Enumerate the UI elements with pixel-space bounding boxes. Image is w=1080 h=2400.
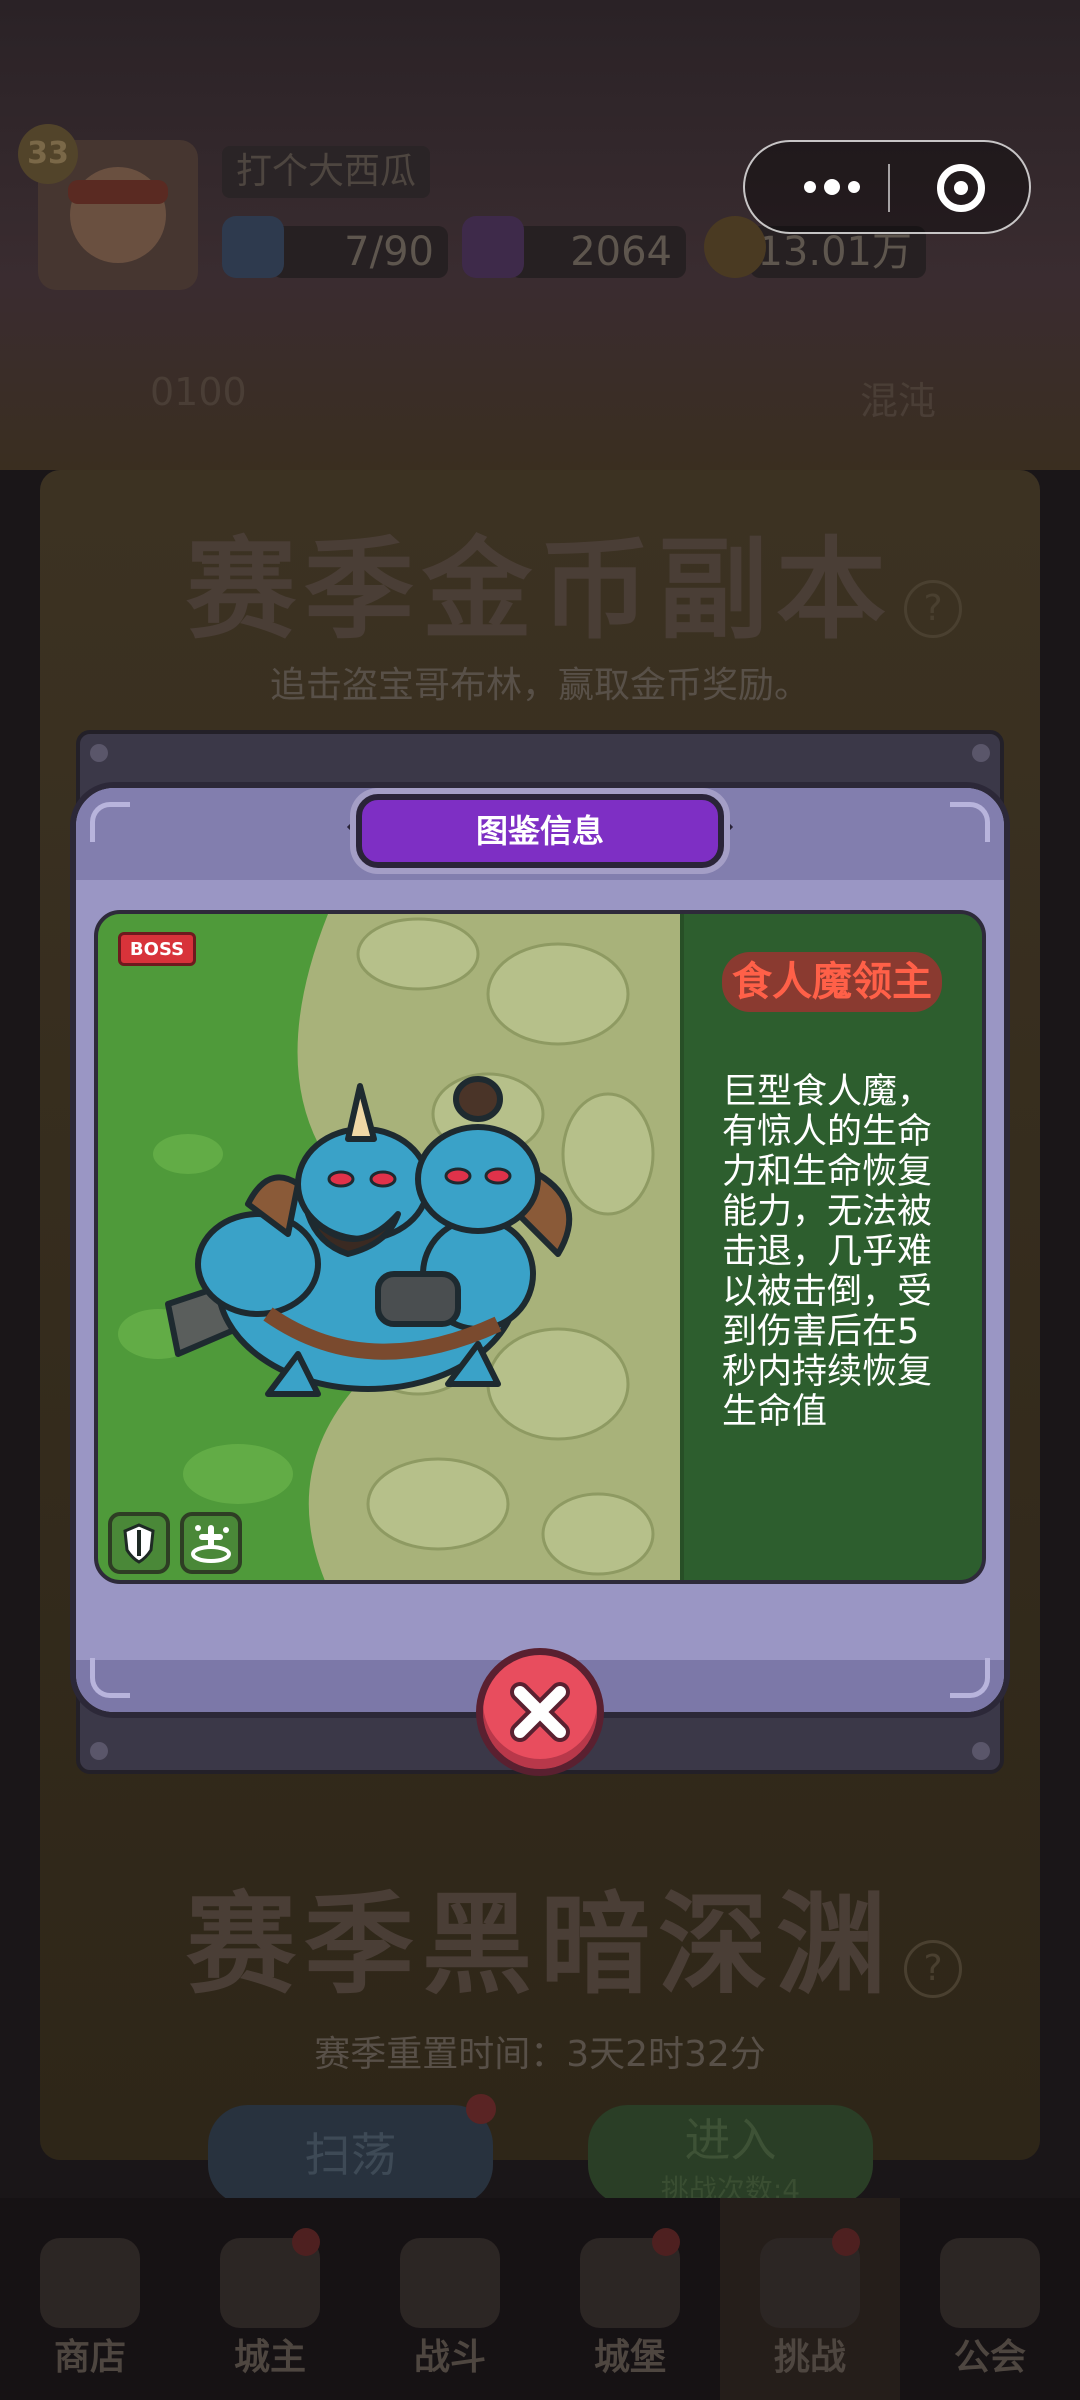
modal-title: 图鉴信息 <box>475 812 604 850</box>
miniprogram-capsule <box>743 140 1031 234</box>
modal-title-ribbon: 图鉴信息 <box>356 794 724 868</box>
abyss-reset-time: 赛季重置时间：3天2时32分 <box>314 2034 766 2075</box>
notification-dot <box>292 2228 320 2256</box>
nav-label: 公会 <box>953 2337 1026 2378</box>
nav-item-challenge[interactable]: 挑战 <box>720 2198 900 2400</box>
more-menu-icon[interactable] <box>787 164 877 210</box>
nav-label: 商店 <box>53 2337 126 2378</box>
monster-info-panel: 食人魔领主 巨型食人魔，有惊人的生命力和生命恢复能力，无法被击退，几乎难以被击倒… <box>680 914 982 1580</box>
monster-card: BOSS 食人魔领主 巨型食人魔，有惊人的生命力和生命恢复能力，无法被击退，几乎… <box>94 910 986 1584</box>
notification-dot <box>652 2228 680 2256</box>
sweep-label: 扫荡 <box>304 2128 397 2182</box>
nav-item-castle[interactable]: 城堡 <box>540 2198 720 2400</box>
enter-button[interactable]: 进入 挑战次数:4 <box>588 2105 873 2205</box>
notification-dot <box>832 2228 860 2256</box>
gold-dungeon-subtitle: 追击盗宝哥布林，赢取金币奖励。 <box>269 665 810 706</box>
notification-dot <box>466 2094 496 2124</box>
nav-label: 战斗 <box>413 2337 486 2378</box>
sweep-button[interactable]: 扫荡 <box>208 2105 493 2205</box>
nav-label: 挑战 <box>773 2337 846 2378</box>
heal-ability-icon[interactable] <box>180 1512 242 1574</box>
nav-item-battle[interactable]: 战斗 <box>360 2198 540 2400</box>
side-label-left: 0100 <box>150 370 247 414</box>
enter-label: 进入 <box>684 2113 777 2167</box>
close-miniprogram-icon[interactable] <box>937 164 985 212</box>
close-button[interactable] <box>476 1648 604 1776</box>
purple-gem-icon[interactable] <box>462 216 524 278</box>
corner-ornament <box>950 802 990 842</box>
nav-label: 城主 <box>233 2337 306 2378</box>
corner-ornament <box>90 1658 130 1698</box>
help-icon[interactable]: ? <box>904 580 962 638</box>
player-level-badge: 33 <box>18 124 78 184</box>
nav-item-shop[interactable]: 商店 <box>0 2198 180 2400</box>
enemy-description: 巨型食人魔，有惊人的生命力和生命恢复能力，无法被击退，几乎难以被击倒，受到伤害后… <box>722 1072 933 1432</box>
corner-ornament <box>90 802 130 842</box>
enemy-name: 食人魔领主 <box>722 952 942 1012</box>
bottom-nav: 商店 城主 战斗 城堡 挑战 公会 <box>0 2198 1080 2400</box>
gem-counter: 2064 <box>510 226 686 278</box>
corner-ornament <box>950 1658 990 1698</box>
help-icon[interactable]: ? <box>904 1940 962 1998</box>
gold-coin-icon[interactable] <box>704 216 766 278</box>
nav-item-guild[interactable]: 公会 <box>900 2198 1080 2400</box>
shield-ability-icon[interactable] <box>108 1512 170 1574</box>
crossed-swords-icon <box>400 2238 500 2328</box>
player-name: 打个大西瓜 <box>222 146 431 198</box>
close-icon <box>510 1682 570 1742</box>
capsule-divider <box>888 164 890 212</box>
energy-counter: 7/90 <box>272 226 448 278</box>
guild-banner-icon <box>940 2238 1040 2328</box>
gold-dungeon-title: 赛季金币副本 <box>186 525 894 654</box>
shop-icon <box>40 2238 140 2328</box>
nav-item-lord[interactable]: 城主 <box>180 2198 360 2400</box>
boss-badge: BOSS <box>118 932 196 966</box>
side-label-right: 混沌 <box>860 379 937 423</box>
lightning-energy-icon[interactable] <box>222 216 284 278</box>
nav-label: 城堡 <box>593 2337 666 2378</box>
monster-illustration: BOSS <box>98 914 680 1580</box>
